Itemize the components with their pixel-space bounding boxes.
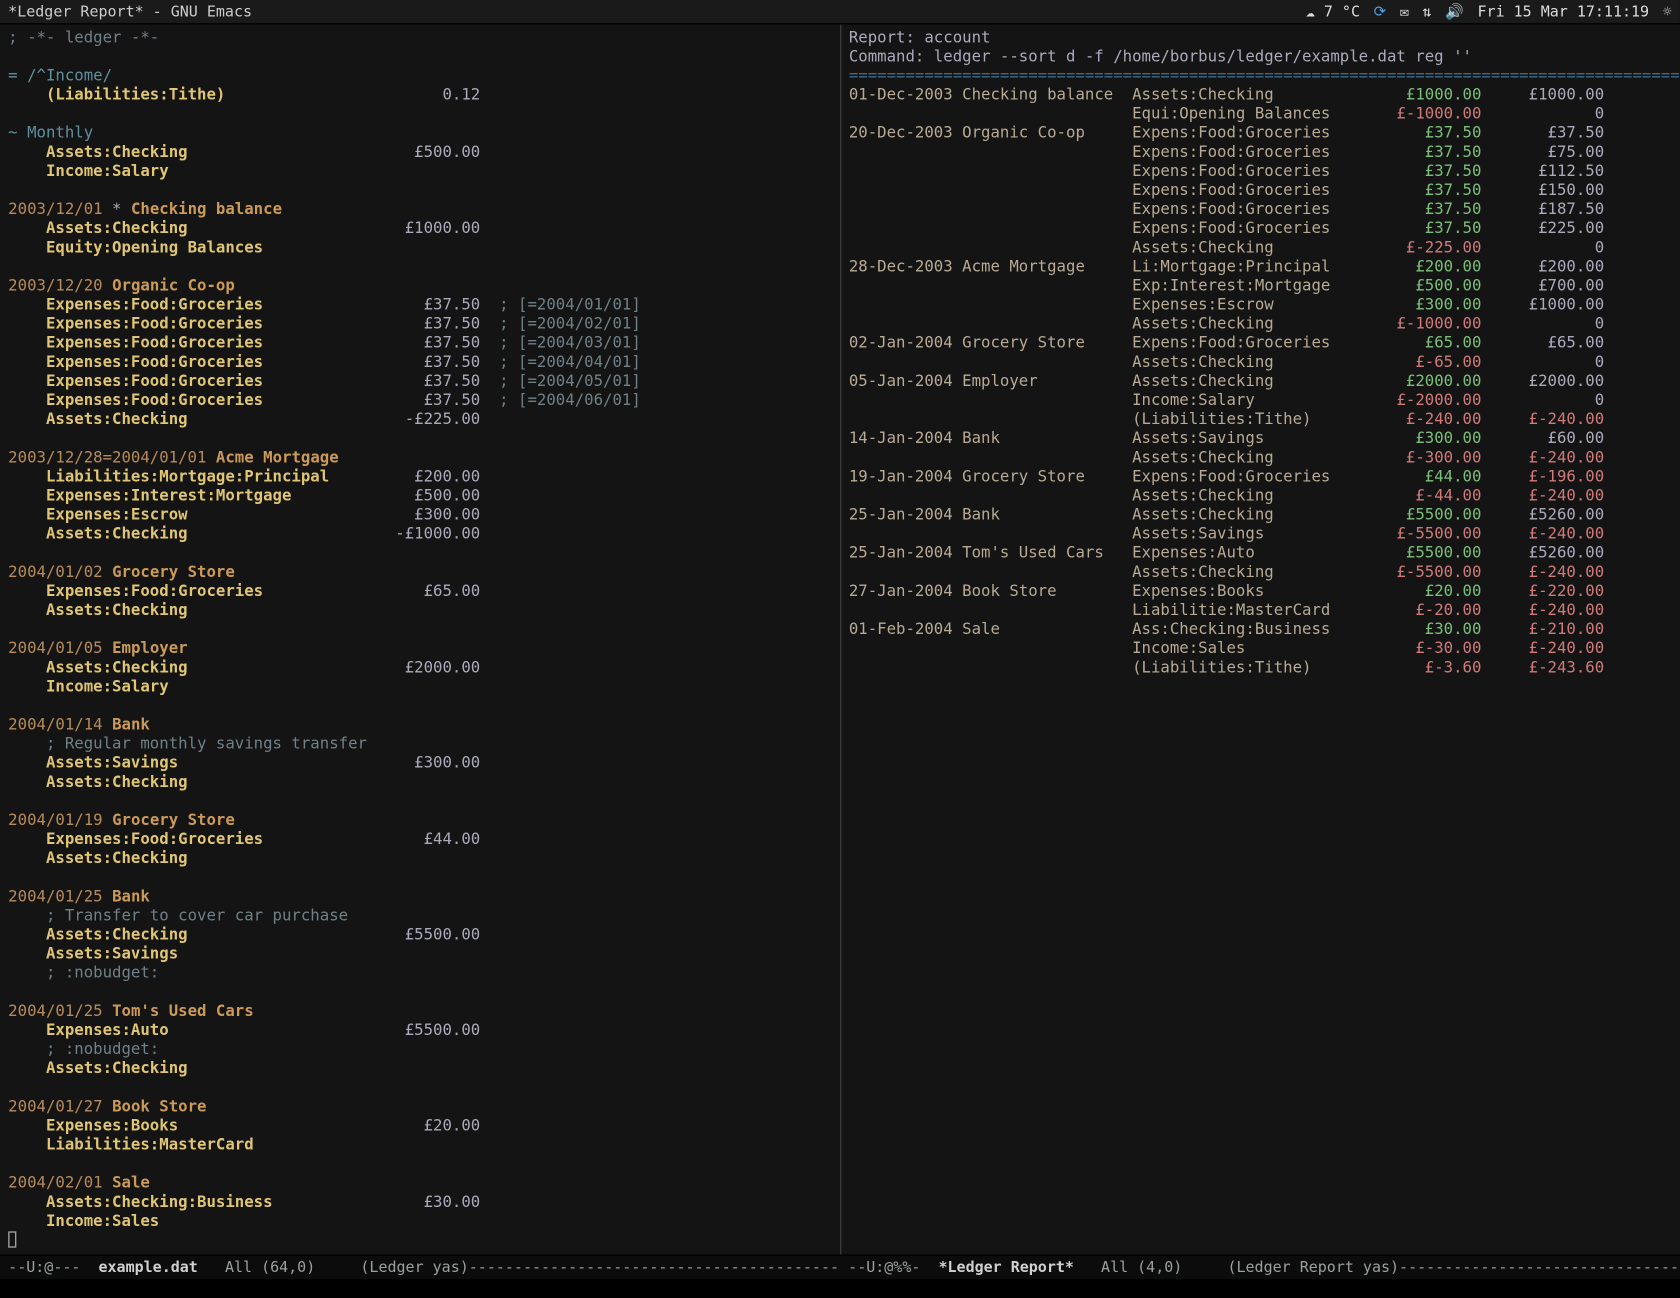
clock[interactable]: Fri 15 Mar 17:11:19 [1478, 3, 1650, 21]
settings-icon[interactable]: ☼ [1663, 3, 1672, 21]
right-buffer[interactable]: Report: account Command: ledger --sort d… [839, 25, 1680, 1255]
volume-icon[interactable]: 🔊 [1445, 3, 1464, 21]
modeline-left[interactable]: --U:@--- example.dat All (64,0) (Ledger … [0, 1256, 840, 1279]
gnome-topbar: *Ledger Report* - GNU Emacs ☁ 7 °C ⟳ ✉ ⇅… [0, 0, 1680, 25]
modeline-right[interactable]: --U:@%%- *Ledger Report* All (4,0) (Ledg… [840, 1256, 1680, 1279]
window-title: *Ledger Report* - GNU Emacs [8, 3, 252, 21]
emacs-frame: ; -*- ledger -*- = /^Income/ (Liabilitie… [0, 25, 1680, 1255]
network-icon[interactable]: ⇅ [1423, 3, 1432, 21]
echo-area[interactable] [0, 1279, 1680, 1298]
refresh-icon[interactable]: ⟳ [1374, 3, 1387, 21]
weather-indicator[interactable]: ☁ 7 °C [1306, 3, 1360, 21]
mail-icon[interactable]: ✉ [1400, 3, 1409, 21]
modelines: --U:@--- example.dat All (64,0) (Ledger … [0, 1255, 1680, 1280]
system-tray: ☁ 7 °C ⟳ ✉ ⇅ 🔊 Fri 15 Mar 17:11:19 ☼ [1306, 3, 1672, 21]
left-buffer[interactable]: ; -*- ledger -*- = /^Income/ (Liabilitie… [0, 25, 839, 1255]
